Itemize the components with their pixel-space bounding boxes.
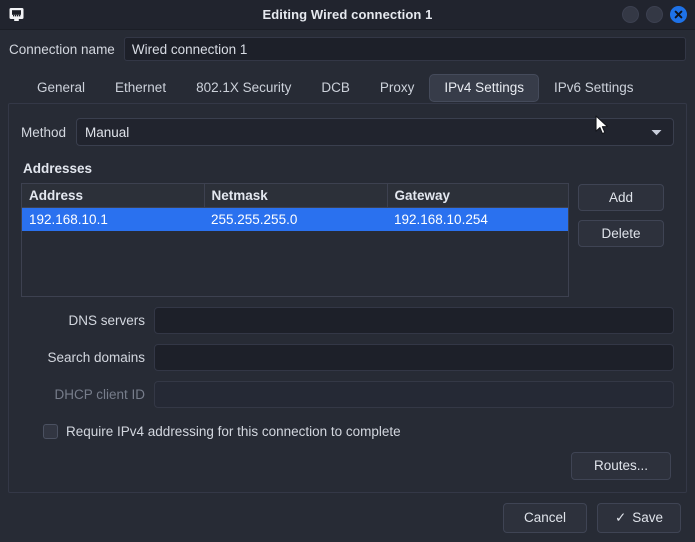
tab-dcb[interactable]: DCB [306, 74, 365, 102]
dns-servers-label: DNS servers [21, 313, 145, 328]
check-icon: ✓ [615, 504, 626, 532]
minimize-button[interactable] [622, 6, 639, 23]
method-label: Method [21, 125, 66, 140]
dialog-action-bar: Cancel ✓ Save [0, 493, 695, 542]
addresses-table: Address Netmask Gateway 192.168.10.1 255… [22, 184, 568, 231]
save-button[interactable]: ✓ Save [597, 503, 681, 533]
search-domains-input[interactable] [154, 344, 674, 371]
delete-address-button[interactable]: Delete [578, 220, 664, 247]
close-button[interactable] [670, 6, 687, 23]
titlebar: Editing Wired connection 1 [0, 0, 695, 30]
search-domains-label: Search domains [21, 350, 145, 365]
ipv4-settings-panel: Method Manual Addresses [8, 103, 687, 493]
tab-ethernet[interactable]: Ethernet [100, 74, 181, 102]
column-header-address[interactable]: Address [22, 184, 204, 208]
cell-netmask[interactable]: 255.255.255.0 [204, 208, 387, 231]
tab-proxy[interactable]: Proxy [365, 74, 430, 102]
dhcp-client-id-input [154, 381, 674, 408]
method-value: Manual [85, 125, 129, 140]
settings-notebook: General Ethernet 802.1X Security DCB Pro… [8, 69, 687, 493]
chevron-down-icon[interactable] [645, 122, 667, 143]
method-row: Method Manual [21, 118, 674, 146]
tab-general[interactable]: General [22, 74, 100, 102]
address-buttons: Add Delete [578, 183, 664, 247]
dhcp-client-id-row: DHCP client ID [21, 381, 674, 408]
require-ipv4-row[interactable]: Require IPv4 addressing for this connect… [43, 424, 674, 439]
window-controls [622, 0, 687, 29]
window-title: Editing Wired connection 1 [0, 7, 695, 22]
connection-name-input[interactable]: Wired connection 1 [124, 37, 686, 61]
column-header-netmask[interactable]: Netmask [204, 184, 387, 208]
ethernet-port-icon [8, 6, 25, 23]
cancel-button[interactable]: Cancel [503, 503, 587, 533]
tab-bar: General Ethernet 802.1X Security DCB Pro… [8, 69, 687, 103]
cell-gateway[interactable]: 192.168.10.254 [387, 208, 568, 231]
edit-connection-dialog: Editing Wired connection 1 Connection na… [0, 0, 695, 542]
cell-address[interactable]: 192.168.10.1 [22, 208, 204, 231]
dns-servers-row: DNS servers [21, 307, 674, 334]
require-ipv4-checkbox[interactable] [43, 424, 58, 439]
add-address-button[interactable]: Add [578, 184, 664, 211]
require-ipv4-label: Require IPv4 addressing for this connect… [66, 424, 401, 439]
dhcp-client-id-label: DHCP client ID [21, 387, 145, 402]
column-header-gateway[interactable]: Gateway [387, 184, 568, 208]
addresses-section-title: Addresses [23, 161, 674, 176]
tab-ipv6-settings[interactable]: IPv6 Settings [539, 74, 649, 102]
save-button-label: Save [632, 504, 663, 532]
connection-name-row: Connection name Wired connection 1 [0, 30, 695, 67]
method-combobox[interactable]: Manual [76, 118, 674, 146]
routes-row: Routes... [21, 452, 674, 480]
tab-ipv4-settings[interactable]: IPv4 Settings [429, 74, 539, 102]
table-row[interactable]: 192.168.10.1 255.255.255.0 192.168.10.25… [22, 208, 568, 231]
close-icon [674, 10, 683, 19]
connection-name-label: Connection name [9, 42, 115, 57]
routes-button[interactable]: Routes... [571, 452, 671, 480]
tab-8021x-security[interactable]: 802.1X Security [181, 74, 306, 102]
table-header-row: Address Netmask Gateway [22, 184, 568, 208]
addresses-table-wrapper[interactable]: Address Netmask Gateway 192.168.10.1 255… [21, 183, 569, 297]
search-domains-row: Search domains [21, 344, 674, 371]
dns-servers-input[interactable] [154, 307, 674, 334]
addresses-area: Address Netmask Gateway 192.168.10.1 255… [21, 183, 674, 297]
maximize-button[interactable] [646, 6, 663, 23]
